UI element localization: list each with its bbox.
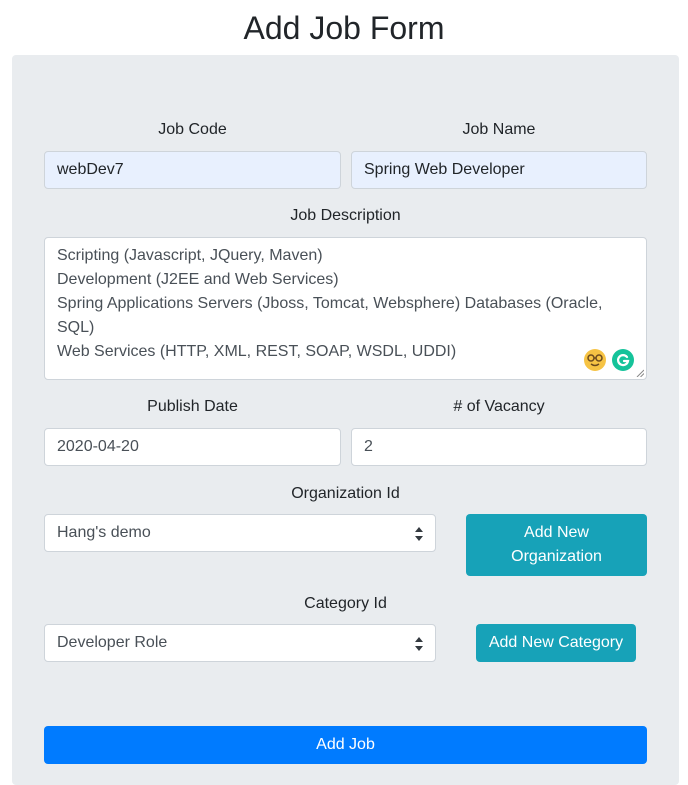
job-description-textarea[interactable]: Scripting (Javascript, JQuery, Maven) De… bbox=[44, 237, 647, 380]
description-line: Development (J2EE and Web Services) bbox=[57, 271, 339, 288]
select-caret-icon bbox=[415, 637, 423, 651]
job-name-value: Spring Web Developer bbox=[364, 161, 525, 178]
description-line: Spring Applications Servers (Jboss, Tomc… bbox=[57, 295, 603, 336]
add-new-category-button[interactable]: Add New Category bbox=[476, 624, 636, 662]
job-description-label: Job Description bbox=[290, 207, 401, 224]
grammarly-icon[interactable] bbox=[612, 349, 634, 371]
vacancy-value: 2 bbox=[364, 438, 373, 455]
job-code-value: webDev7 bbox=[57, 161, 124, 178]
publish-date-label: Publish Date bbox=[147, 398, 238, 415]
category-id-label: Category Id bbox=[304, 595, 387, 612]
organization-selected-value: Hang's demo bbox=[57, 524, 151, 541]
description-line: Scripting (Javascript, JQuery, Maven) bbox=[57, 247, 323, 264]
add-new-organization-button[interactable]: Add New Organization bbox=[466, 514, 647, 576]
job-form-card: Job Code webDev7 Job Name Spring Web Dev… bbox=[12, 55, 679, 785]
add-org-line1: Add New bbox=[524, 524, 589, 541]
vacancy-input[interactable]: 2 bbox=[351, 428, 647, 466]
nerd-emoji-icon[interactable] bbox=[584, 349, 606, 371]
category-select[interactable]: Developer Role bbox=[44, 624, 436, 662]
page-title: Add Job Form bbox=[243, 10, 445, 46]
publish-date-input[interactable]: 2020-04-20 bbox=[44, 428, 341, 466]
organization-id-label: Organization Id bbox=[291, 485, 400, 502]
publish-date-value: 2020-04-20 bbox=[57, 438, 139, 455]
add-job-button[interactable]: Add Job bbox=[44, 726, 647, 764]
vacancy-label: # of Vacancy bbox=[453, 398, 545, 415]
job-code-label: Job Code bbox=[158, 121, 227, 138]
select-caret-icon bbox=[415, 527, 423, 541]
job-name-label: Job Name bbox=[462, 121, 536, 138]
job-code-input[interactable]: webDev7 bbox=[44, 151, 341, 189]
job-name-input[interactable]: Spring Web Developer bbox=[351, 151, 647, 189]
organization-select[interactable]: Hang's demo bbox=[44, 514, 436, 552]
category-selected-value: Developer Role bbox=[57, 634, 168, 651]
add-org-line2: Organization bbox=[511, 548, 602, 565]
resize-handle-icon[interactable] bbox=[636, 369, 644, 377]
description-line: Web Services (HTTP, XML, REST, SOAP, WSD… bbox=[57, 343, 457, 360]
